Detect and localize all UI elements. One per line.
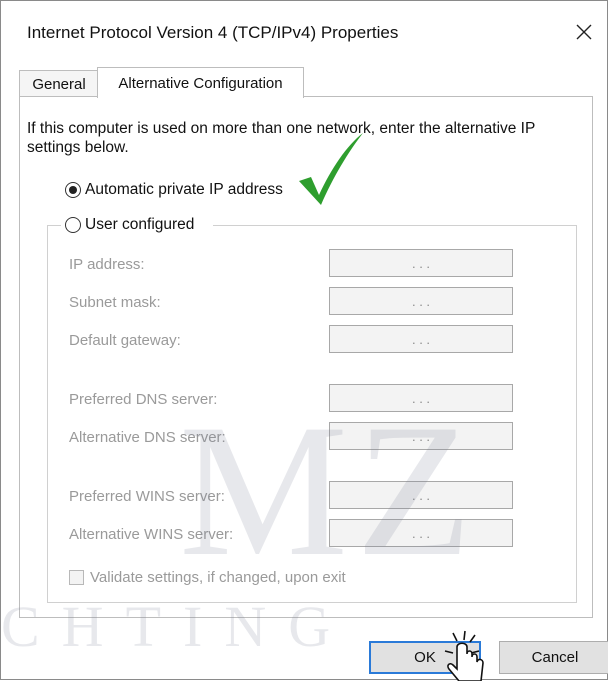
preferred-dns-input[interactable]: . . .: [329, 384, 513, 412]
default-gateway-value: . . .: [411, 331, 431, 347]
tab-alternative-configuration[interactable]: Alternative Configuration: [97, 67, 304, 98]
user-configured-radio[interactable]: User configured: [65, 216, 194, 234]
title-bar: Internet Protocol Version 4 (TCP/IPv4) P…: [1, 1, 607, 59]
tab-strip: General Alternative Configuration: [19, 67, 608, 98]
alternative-wins-label: Alternative WINS server:: [69, 526, 234, 543]
radio-user-indicator[interactable]: [65, 217, 81, 233]
tcpip-properties-dialog: Internet Protocol Version 4 (TCP/IPv4) P…: [0, 0, 608, 681]
dialog-title: Internet Protocol Version 4 (TCP/IPv4) P…: [27, 23, 399, 42]
ip-address-input[interactable]: . . .: [329, 249, 513, 277]
automatic-private-ip-radio[interactable]: Automatic private IP address: [65, 181, 283, 199]
validate-settings-checkbox[interactable]: [69, 570, 84, 585]
default-gateway-input[interactable]: . . .: [329, 325, 513, 353]
radio-automatic-indicator[interactable]: [65, 182, 81, 198]
alternative-wins-input[interactable]: . . .: [329, 519, 513, 547]
cancel-button-label: Cancel: [531, 649, 579, 666]
cancel-button[interactable]: Cancel: [499, 641, 608, 674]
close-button[interactable]: [569, 17, 599, 47]
subnet-mask-label: Subnet mask:: [69, 294, 161, 311]
preferred-wins-label: Preferred WINS server:: [69, 488, 225, 505]
preferred-wins-input[interactable]: . . .: [329, 481, 513, 509]
user-configured-label: User configured: [85, 216, 195, 233]
alternative-dns-input[interactable]: . . .: [329, 422, 513, 450]
ip-address-label: IP address:: [69, 256, 145, 273]
ip-address-value: . . .: [411, 255, 431, 271]
preferred-dns-value: . . .: [411, 390, 431, 406]
tab-general-label: General: [32, 76, 86, 93]
validate-settings-label: Validate settings, if changed, upon exit: [90, 569, 346, 586]
alternative-dns-label: Alternative DNS server:: [69, 429, 226, 446]
default-gateway-label: Default gateway:: [69, 332, 181, 349]
alternative-wins-value: . . .: [411, 525, 431, 541]
green-checkmark-icon: [299, 133, 363, 205]
tab-general[interactable]: General: [19, 70, 99, 98]
subnet-mask-input[interactable]: . . .: [329, 287, 513, 315]
tab-alternative-configuration-label: Alternative Configuration: [118, 74, 283, 92]
subnet-mask-value: . . .: [411, 293, 431, 309]
preferred-dns-label: Preferred DNS server:: [69, 391, 218, 408]
preferred-wins-value: . . .: [411, 487, 431, 503]
close-icon: [576, 24, 592, 40]
automatic-private-ip-label: Automatic private IP address: [85, 181, 283, 198]
alternative-dns-value: . . .: [411, 428, 431, 444]
validate-settings-checkbox-row[interactable]: Validate settings, if changed, upon exit: [69, 569, 346, 586]
hand-cursor-icon: [444, 630, 484, 681]
